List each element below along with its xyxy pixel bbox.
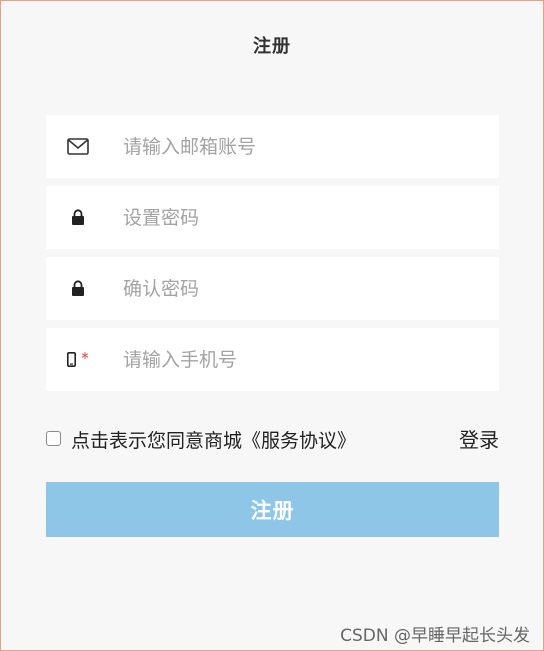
watermark: CSDN @早睡早起长头发: [340, 626, 530, 646]
register-panel: 注册 请输入邮箱账号 * 请输入手机号 点击表示您同意商城《服务协议》 登录 注…: [0, 0, 544, 651]
confirm-password-input[interactable]: [123, 257, 483, 320]
email-input[interactable]: [123, 115, 483, 178]
page-title: 注册: [253, 36, 291, 57]
agreement-row: 点击表示您同意商城《服务协议》 登录: [46, 423, 499, 453]
phone-input[interactable]: [123, 328, 483, 391]
agreement-text: 点击表示您同意商城《服务协议》: [71, 430, 357, 452]
phone-icon-wrapper: *: [46, 328, 110, 391]
phone-field-row: *: [46, 328, 499, 391]
phone-icon: [67, 352, 77, 367]
agreement-checkbox[interactable]: [46, 431, 61, 446]
lock-icon: [46, 186, 110, 249]
password-field-row: [46, 186, 499, 249]
required-asterisk: *: [81, 348, 89, 367]
login-link[interactable]: 登录: [459, 424, 499, 453]
password-input[interactable]: [123, 186, 483, 249]
register-button[interactable]: 注册: [46, 482, 499, 537]
mail-icon: [46, 115, 110, 178]
confirm-password-field-row: [46, 257, 499, 320]
email-field-row: [46, 115, 499, 178]
lock-icon: [46, 257, 110, 320]
